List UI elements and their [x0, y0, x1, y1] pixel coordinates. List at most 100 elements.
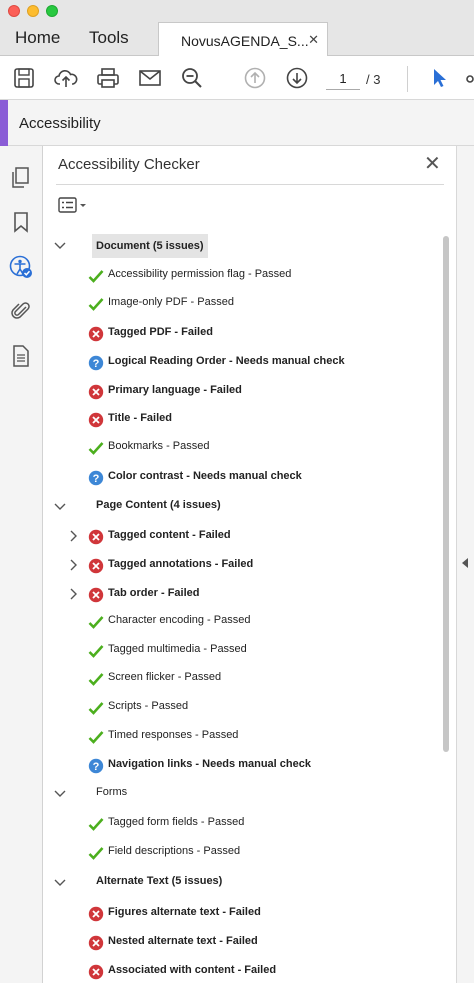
window-close-button[interactable]	[8, 5, 20, 17]
checker-rule-label: Scripts - Passed	[108, 700, 189, 712]
checker-rule-label: Figures alternate text - Failed	[108, 906, 261, 918]
options-list-icon	[58, 197, 86, 213]
page-thumbnails-icon[interactable]	[9, 166, 33, 190]
chevron-down-icon[interactable]	[54, 239, 66, 253]
checker-rule-label: Bookmarks - Passed	[108, 440, 210, 452]
failed-x-icon	[88, 412, 104, 428]
checker-rule-label: Character encoding - Passed	[108, 614, 251, 626]
main-toolbar: 1 / 3	[0, 56, 474, 100]
current-page-input[interactable]: 1	[326, 68, 360, 90]
checker-rule-label: Tagged multimedia - Passed	[108, 643, 247, 655]
checker-rule-row[interactable]: Scripts - Passed	[44, 696, 444, 720]
print-icon[interactable]	[95, 65, 121, 91]
checker-rule-row[interactable]: Nested alternate text - Failed	[44, 931, 444, 955]
hand-tool-icon[interactable]	[462, 65, 474, 91]
checker-category-label: Forms	[96, 786, 128, 798]
results-scrollbar-thumb[interactable]	[443, 236, 449, 752]
checker-rule-label: Tagged PDF - Failed	[108, 326, 213, 338]
toolbar-separator	[407, 66, 408, 92]
checker-category-row[interactable]: Forms	[44, 782, 444, 806]
select-pointer-icon[interactable]	[426, 65, 452, 91]
checker-rule-row[interactable]: Timed responses - Passed	[44, 725, 444, 749]
content-page-icon[interactable]	[9, 344, 33, 368]
checker-rule-row[interactable]: Tagged form fields - Passed	[44, 812, 444, 836]
tool-accent-bar	[0, 100, 8, 146]
check-passed-icon	[88, 816, 104, 832]
checker-rule-row[interactable]: Screen flicker - Passed	[44, 667, 444, 691]
cloud-upload-icon[interactable]	[53, 65, 79, 91]
bookmarks-icon[interactable]	[9, 210, 33, 234]
window-zoom-button[interactable]	[46, 5, 58, 17]
chevron-right-icon[interactable]	[70, 530, 78, 545]
panel-close-icon[interactable]: ✕	[424, 154, 441, 174]
checker-rule-label: Tagged annotations - Failed	[108, 558, 254, 570]
svg-text:?: ?	[93, 358, 100, 370]
check-passed-icon	[88, 845, 104, 861]
check-passed-icon	[88, 729, 104, 745]
checker-rule-row[interactable]: ? Logical Reading Order - Needs manual ch…	[44, 351, 444, 375]
chevron-down-icon[interactable]	[54, 500, 66, 514]
checker-rule-row[interactable]: Title - Failed	[44, 408, 444, 432]
checker-rule-row[interactable]: Field descriptions - Passed	[44, 841, 444, 865]
needs-check-question-icon: ?	[88, 355, 104, 371]
checker-rule-row[interactable]: Associated with content - Failed	[44, 960, 444, 983]
tab-home[interactable]: Home	[15, 28, 60, 48]
checker-rule-row[interactable]: ? Navigation links - Needs manual check	[44, 754, 444, 778]
checker-rule-row[interactable]: Figures alternate text - Failed	[44, 902, 444, 926]
chevron-down-icon[interactable]	[54, 787, 66, 801]
tab-document[interactable]: NovusAGENDA_S... ✕	[158, 22, 328, 57]
checker-rule-label: Tagged form fields - Passed	[108, 816, 245, 828]
attachments-icon[interactable]	[9, 299, 33, 323]
save-icon[interactable]	[11, 65, 37, 91]
checker-rule-label: Field descriptions - Passed	[108, 845, 241, 857]
checker-rule-row[interactable]: Primary language - Failed	[44, 380, 444, 404]
tool-header-title: Accessibility	[19, 115, 101, 132]
checker-category-label: Document (5 issues)	[92, 234, 208, 258]
chevron-right-icon[interactable]	[70, 559, 78, 574]
next-page-icon[interactable]	[284, 65, 310, 91]
tab-document-close-icon[interactable]: ✕	[308, 32, 319, 48]
failed-x-icon	[88, 384, 104, 400]
checker-rule-row[interactable]: Tagged annotations - Failed	[44, 554, 444, 578]
checker-rule-row[interactable]: Tagged PDF - Failed	[44, 322, 444, 346]
failed-x-icon	[88, 935, 104, 951]
checker-category-row[interactable]: Page Content (4 issues)	[44, 495, 444, 519]
total-pages-label: / 3	[366, 72, 381, 87]
failed-x-icon	[88, 587, 104, 603]
checker-rule-label: Color contrast - Needs manual check	[108, 470, 302, 482]
checker-rule-row[interactable]: Tagged content - Failed	[44, 525, 444, 549]
chevron-right-icon[interactable]	[70, 588, 78, 603]
checker-rule-label: Navigation links - Needs manual check	[108, 758, 311, 770]
failed-x-icon	[88, 558, 104, 574]
check-passed-icon	[88, 614, 104, 630]
accessibility-checker-icon[interactable]	[9, 255, 33, 279]
svg-text:?: ?	[93, 473, 100, 485]
checker-rule-row[interactable]: ? Color contrast - Needs manual check	[44, 466, 444, 490]
options-menu-button[interactable]	[58, 196, 90, 216]
tab-bar: Home Tools NovusAGENDA_S... ✕	[0, 20, 474, 57]
checker-rule-label: Accessibility permission flag - Passed	[108, 268, 292, 280]
checker-rule-row[interactable]: Tab order - Failed	[44, 583, 444, 607]
window-title-bar	[0, 0, 474, 20]
window-minimize-button[interactable]	[27, 5, 39, 17]
collapse-panel-arrow-icon[interactable]	[462, 558, 468, 568]
checker-rule-label: Tagged content - Failed	[108, 529, 231, 541]
checker-rule-row[interactable]: Tagged multimedia - Passed	[44, 639, 444, 663]
chevron-down-icon[interactable]	[54, 876, 66, 890]
accessibility-checker-panel: Accessibility Checker ✕ Document (5 issu…	[44, 146, 456, 983]
previous-page-icon[interactable]	[242, 65, 268, 91]
checker-rule-row[interactable]: Image-only PDF - Passed	[44, 292, 444, 316]
zoom-out-icon[interactable]	[179, 65, 205, 91]
checker-rule-row[interactable]: Bookmarks - Passed	[44, 436, 444, 460]
checker-category-row[interactable]: Document (5 issues)	[44, 234, 444, 258]
checker-category-label: Page Content (4 issues)	[96, 499, 221, 511]
checker-rule-label: Timed responses - Passed	[108, 729, 239, 741]
email-icon[interactable]	[137, 65, 163, 91]
checker-rule-label: Nested alternate text - Failed	[108, 935, 258, 947]
failed-x-icon	[88, 964, 104, 980]
check-passed-icon	[88, 268, 104, 284]
checker-rule-row[interactable]: Character encoding - Passed	[44, 610, 444, 634]
checker-category-row[interactable]: Alternate Text (5 issues)	[44, 871, 444, 895]
checker-rule-row[interactable]: Accessibility permission flag - Passed	[44, 264, 444, 288]
tab-tools[interactable]: Tools	[89, 28, 129, 48]
